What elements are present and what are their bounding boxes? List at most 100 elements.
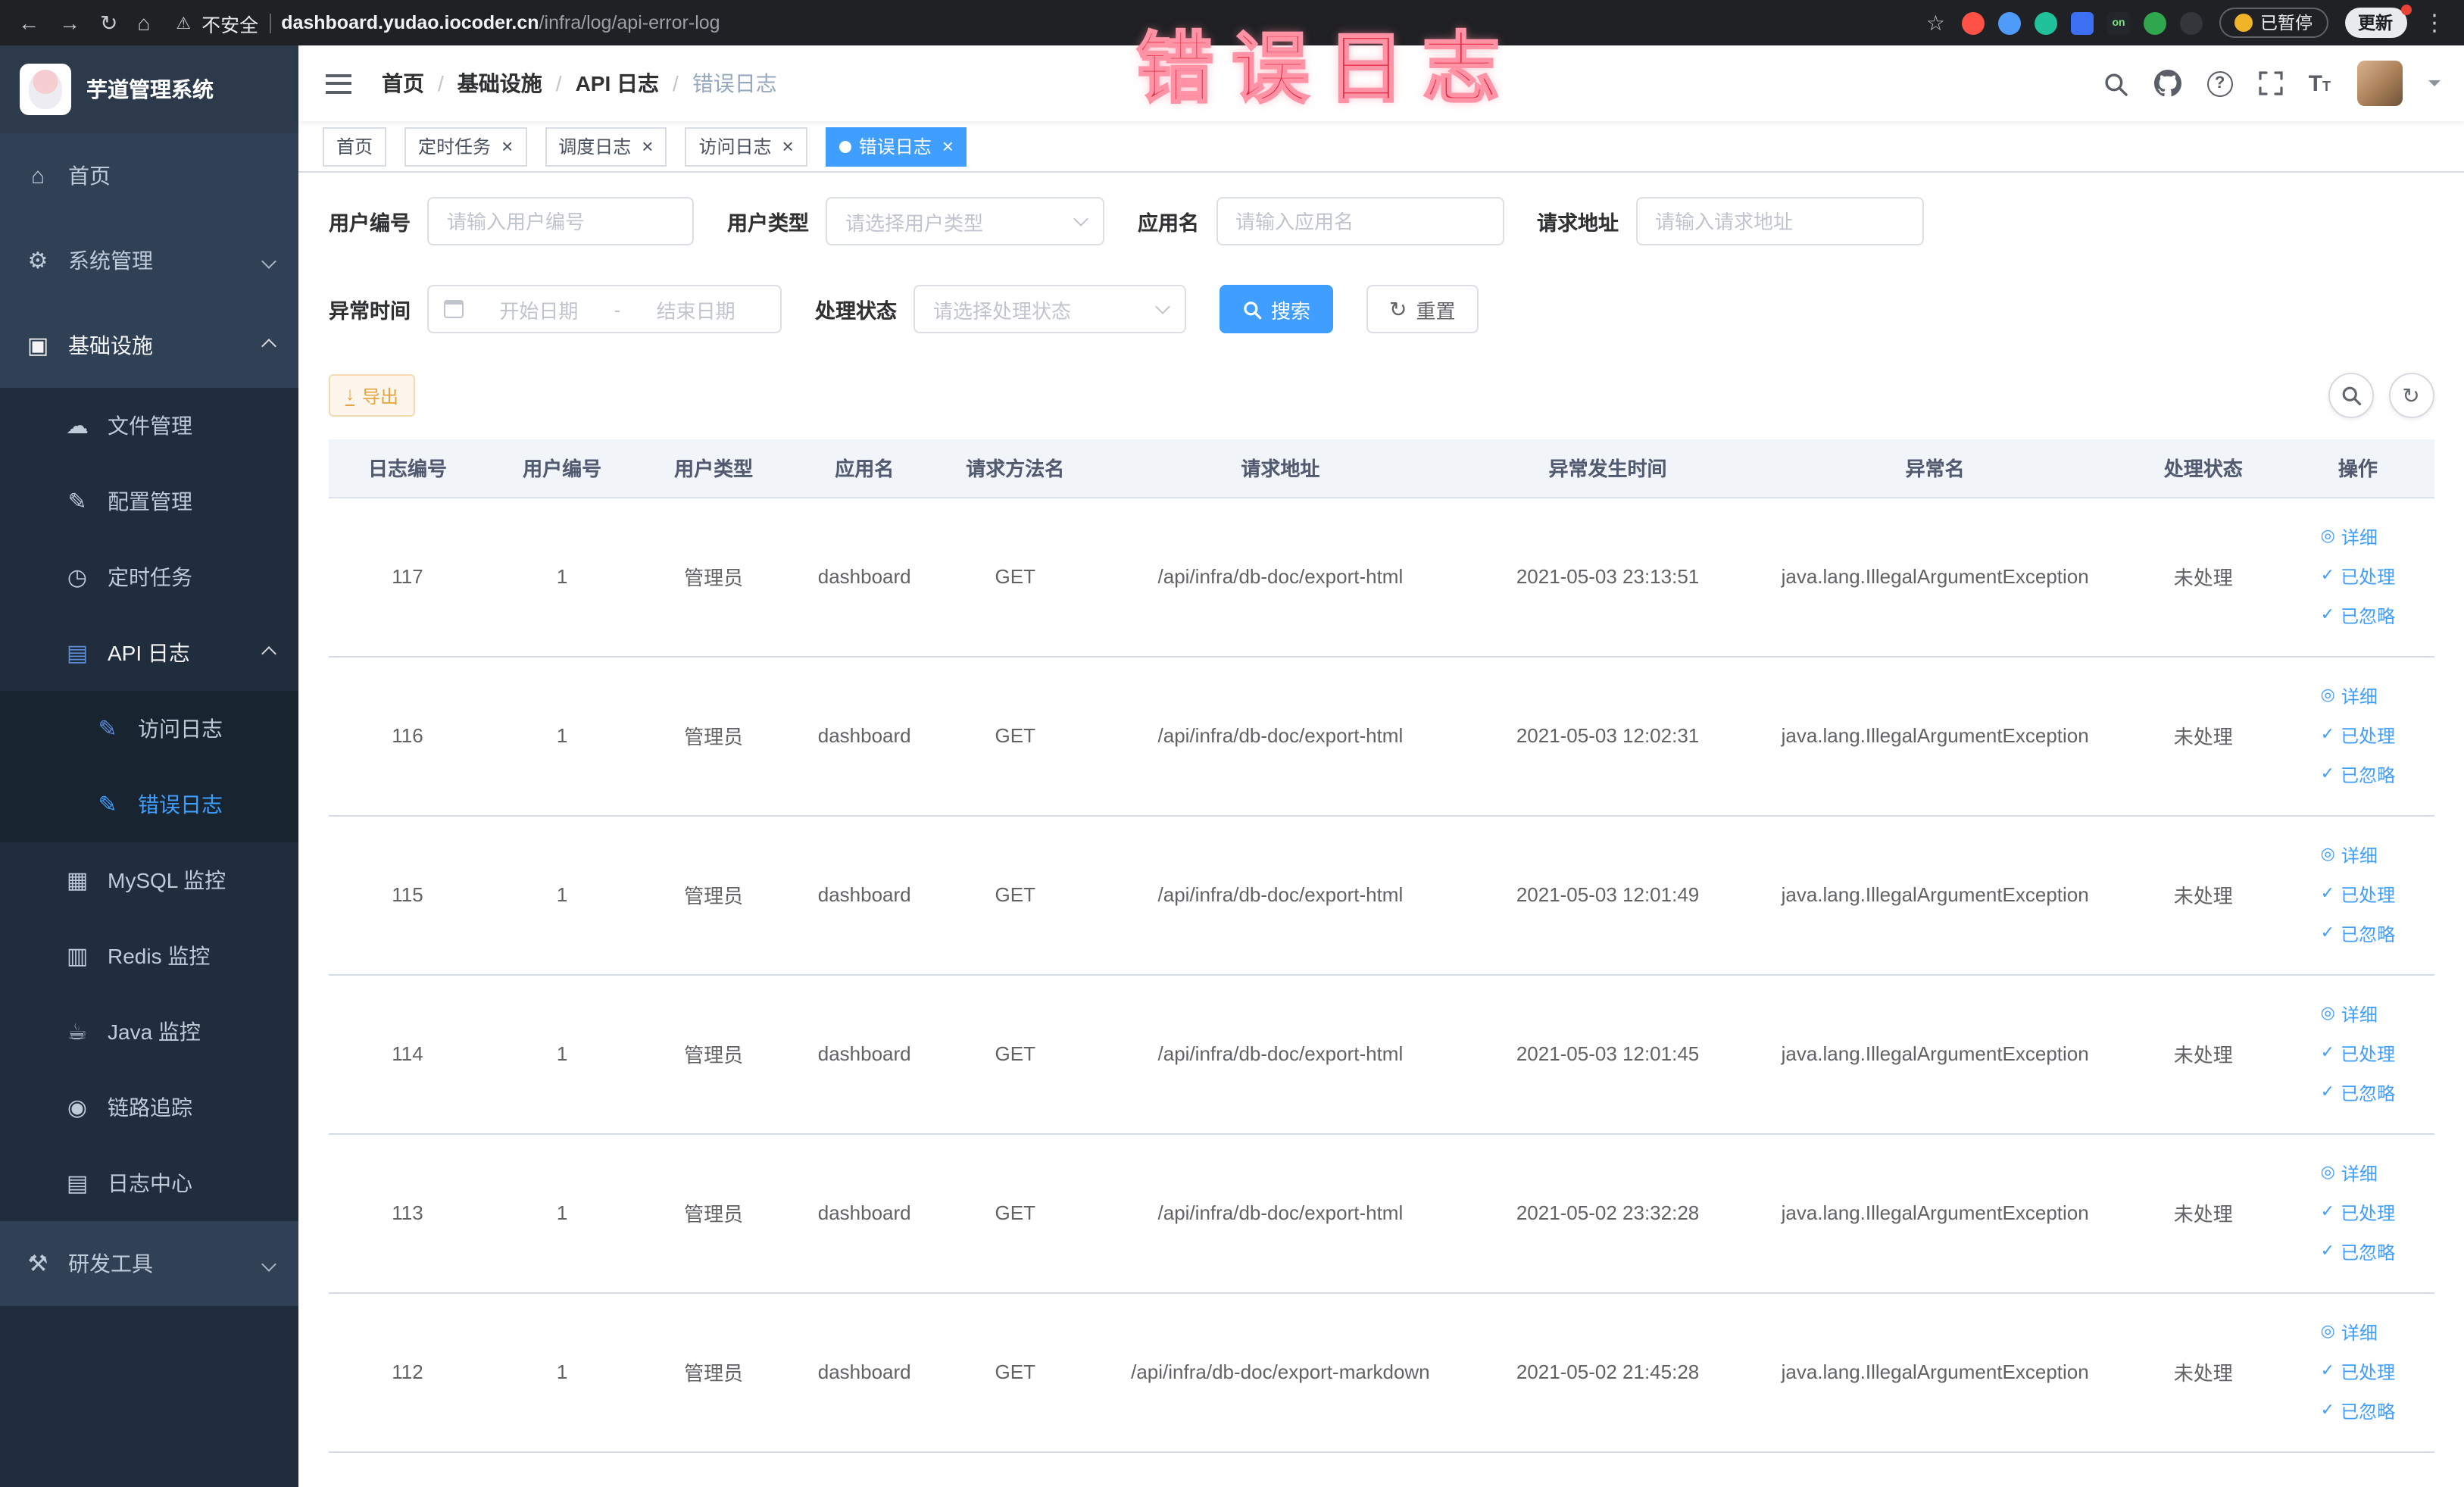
caret-down-icon[interactable] <box>2428 80 2440 92</box>
fullscreen-icon[interactable] <box>2259 71 2283 95</box>
sidebar-item-mysql[interactable]: ▦ MySQL 监控 <box>0 842 298 918</box>
extension-grid-icon[interactable] <box>2071 11 2094 34</box>
extension-teal-icon[interactable] <box>2035 11 2057 34</box>
extension-red-icon[interactable] <box>1962 11 1985 34</box>
search-button[interactable]: 搜索 <box>1220 285 1334 333</box>
action-ignored[interactable]: ✓ 已忽略 <box>2321 1232 2395 1272</box>
app-name-input[interactable] <box>1216 197 1504 245</box>
table-header-row: 日志编号 用户编号 用户类型 应用名 请求方法名 请求地址 异常发生时间 异常名 处理状态 操作 <box>329 439 2434 498</box>
action-processed[interactable]: ✓ 已处理 <box>2321 1352 2395 1392</box>
sidebar-item-api-log[interactable]: ▤ API 日志 <box>0 615 298 691</box>
hamburger-icon[interactable] <box>323 67 354 99</box>
search-icon[interactable] <box>2103 70 2128 96</box>
toggle-search-button[interactable] <box>2328 373 2373 418</box>
sidebar-item-trace[interactable]: ◉ 链路追踪 <box>0 1070 298 1145</box>
tab-error-log[interactable]: 错误日志 × <box>825 127 967 166</box>
sidebar-item-java[interactable]: ☕ Java 监控 <box>0 994 298 1070</box>
action-detail[interactable]: ◎ 详细 <box>2321 995 2378 1034</box>
user-id-input[interactable] <box>427 197 694 245</box>
paused-button[interactable]: 已暂停 <box>2219 8 2328 38</box>
app-header: 首页 / 基础设施 / API 日志 / 错误日志 ? TT <box>298 45 2464 121</box>
request-url-input[interactable] <box>1635 197 1923 245</box>
action-detail[interactable]: ◎ 详细 <box>2321 676 2378 716</box>
breadcrumb-item[interactable]: API 日志 <box>576 68 659 98</box>
process-status-select[interactable]: 请选择处理状态 <box>913 285 1186 333</box>
cell-exception: java.lang.IllegalArgumentException <box>1745 1292 2125 1452</box>
check-icon: ✓ <box>2320 885 2335 903</box>
reload-icon[interactable]: ↻ <box>100 12 117 33</box>
action-ignored[interactable]: ✓ 已忽略 <box>2321 596 2395 636</box>
action-processed[interactable]: ✓ 已处理 <box>2321 1193 2395 1232</box>
extension-on-icon[interactable]: on <box>2107 11 2130 34</box>
sidebar-item-access-log[interactable]: ✎ 访问日志 <box>0 691 298 767</box>
action-ignored[interactable]: ✓ 已忽略 <box>2321 1392 2395 1431</box>
action-ignored[interactable]: ✓ 已忽略 <box>2321 755 2395 795</box>
update-button[interactable]: 更新 <box>2344 5 2411 38</box>
export-button[interactable]: ↓ 导出 <box>329 374 416 417</box>
action-detail[interactable]: ◎ 详细 <box>2321 1154 2378 1193</box>
bookmark-star-icon[interactable]: ☆ <box>1926 12 1945 33</box>
edit-icon: ✎ <box>67 489 87 515</box>
sidebar-item-error-log[interactable]: ✎ 错误日志 <box>0 767 298 842</box>
range-separator: - <box>614 298 621 320</box>
avatar[interactable] <box>2356 61 2402 106</box>
extension-paw-icon[interactable] <box>2180 11 2203 34</box>
sidebar-menu: ⌂ 首页 ⚙ 系统管理 ▣ 基础设施 ☁ 文件管理 ✎ 配置管理 ◷ 定时任务 ▤ API 日志 ✎ 访问日志… <box>0 133 298 1487</box>
sidebar-item-file[interactable]: ☁ 文件管理 <box>0 388 298 464</box>
extension-drop-icon[interactable] <box>1998 11 2021 34</box>
user-type-select[interactable]: 请选择用户类型 <box>826 197 1104 245</box>
browser-home-icon[interactable]: ⌂ <box>137 12 150 33</box>
sidebar-item-job[interactable]: ◷ 定时任务 <box>0 539 298 615</box>
reset-button[interactable]: ↻ 重置 <box>1366 285 1479 333</box>
action-label: 已处理 <box>2341 1361 2396 1382</box>
breadcrumb-item[interactable]: 首页 <box>382 68 424 98</box>
browser-menu-icon[interactable]: ⋮ <box>2423 11 2446 34</box>
cell-app: dashboard <box>789 497 940 657</box>
action-processed[interactable]: ✓ 已处理 <box>2321 875 2395 914</box>
table-row: 116 1 管理员 dashboard GET/api/infra/db-doc/exp… <box>329 656 2434 816</box>
infra-icon: ▣ <box>27 333 49 359</box>
sidebar-item-config[interactable]: ✎ 配置管理 <box>0 464 298 539</box>
github-icon[interactable] <box>2153 70 2181 97</box>
close-icon[interactable]: × <box>942 136 954 156</box>
back-icon[interactable]: ← <box>18 12 39 33</box>
tab-home[interactable]: 首页 <box>323 127 387 166</box>
exception-time-range[interactable]: 开始日期 - 结束日期 <box>427 285 782 333</box>
help-icon[interactable]: ? <box>2206 70 2233 96</box>
action-processed[interactable]: ✓ 已处理 <box>2321 716 2395 755</box>
close-icon[interactable]: × <box>501 136 513 156</box>
sidebar-item-redis[interactable]: ▥ Redis 监控 <box>0 918 298 994</box>
close-icon[interactable]: × <box>642 136 653 156</box>
screenshot-root: ← → ↻ ⌂ ⚠ 不安全 dashboard.yudao.iocoder.cn… <box>0 0 2464 1487</box>
refresh-table-button[interactable]: ↻ <box>2388 373 2434 418</box>
close-icon[interactable]: × <box>782 136 794 156</box>
breadcrumb-item[interactable]: 基础设施 <box>458 68 542 98</box>
logo-row[interactable]: 芋道管理系统 <box>0 45 298 133</box>
breadcrumb-item[interactable]: 错误日志 <box>692 68 777 98</box>
sidebar-item-infra[interactable]: ▣ 基础设施 <box>0 303 298 388</box>
user-type-placeholder: 请选择用户类型 <box>845 211 984 234</box>
sidebar-item-system[interactable]: ⚙ 系统管理 <box>0 218 298 303</box>
action-detail[interactable]: ◎ 详细 <box>2321 517 2378 557</box>
font-size-icon[interactable]: TT <box>2309 70 2331 96</box>
address-bar[interactable]: ⚠ 不安全 dashboard.yudao.iocoder.cn/infra/l… <box>176 8 1906 37</box>
sidebar-item-devtools[interactable]: ⚒ 研发工具 <box>0 1221 298 1306</box>
url-host: dashboard.yudao.iocoder.cn <box>281 12 539 33</box>
extension-leaf-icon[interactable] <box>2144 11 2166 34</box>
end-date-placeholder: 结束日期 <box>656 299 735 322</box>
tab-job[interactable]: 定时任务 × <box>404 127 527 166</box>
action-detail[interactable]: ◎ 详细 <box>2321 1313 2378 1352</box>
action-ignored[interactable]: ✓ 已忽略 <box>2321 914 2395 954</box>
tab-access-log[interactable]: 访问日志 × <box>685 127 807 166</box>
tab-job-log[interactable]: 调度日志 × <box>545 127 667 166</box>
action-processed[interactable]: ✓ 已处理 <box>2321 557 2395 596</box>
action-detail[interactable]: ◎ 详细 <box>2321 836 2378 875</box>
breadcrumb-separator: / <box>673 71 679 95</box>
sidebar-item-log-center[interactable]: ▤ 日志中心 <box>0 1145 298 1221</box>
sidebar-item-home[interactable]: ⌂ 首页 <box>0 133 298 218</box>
tab-label: 定时任务 <box>418 136 492 158</box>
action-processed[interactable]: ✓ 已处理 <box>2321 1034 2395 1073</box>
action-ignored[interactable]: ✓ 已忽略 <box>2321 1073 2395 1113</box>
exception-time-label: 异常时间 <box>329 300 411 323</box>
forward-icon[interactable]: → <box>59 12 80 33</box>
